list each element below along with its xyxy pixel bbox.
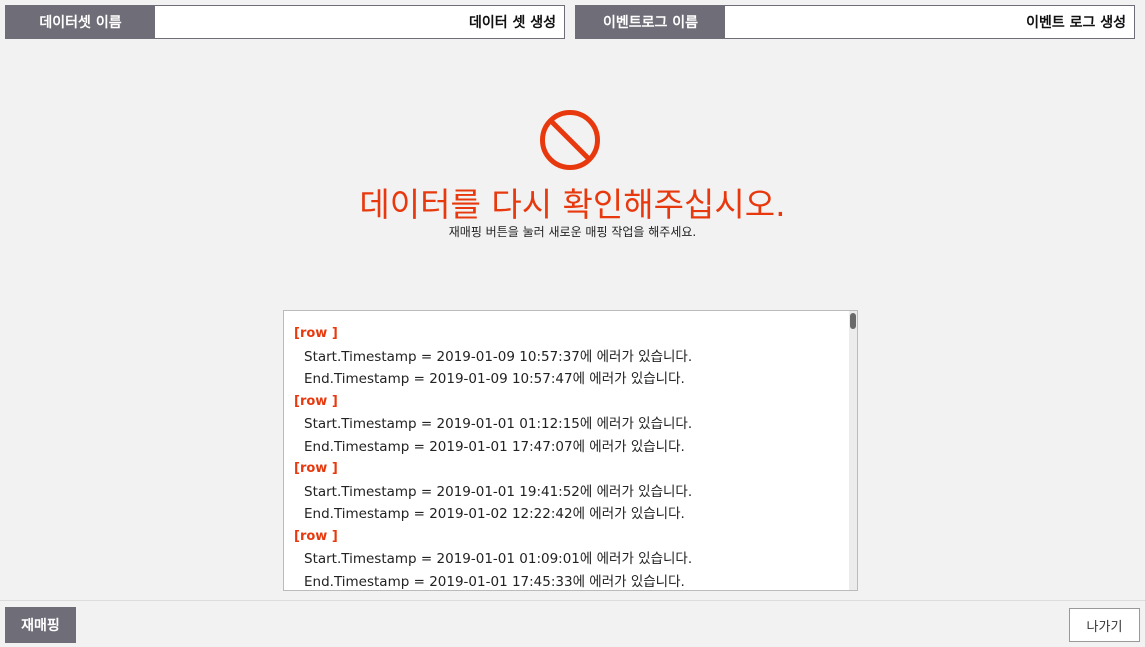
error-row-line: End.Timestamp = 2019-01-09 10:57:47에 에러가… <box>304 371 685 387</box>
error-log-panel[interactable]: [row ] Start.Timestamp = 2019-01-09 10:57… <box>283 310 858 591</box>
dataset-name-label: 데이터셋 이름 <box>6 6 155 38</box>
error-row-tag: [row ] <box>294 393 338 409</box>
dataset-name-field: 데이터셋 이름 데이터 셋 생성 <box>5 5 565 39</box>
error-row-line: End.Timestamp = 2019-01-01 17:45:33에 에러가… <box>304 573 685 590</box>
error-row-tag: [row ] <box>294 326 338 341</box>
ban-icon <box>540 110 600 170</box>
error-row-line: Start.Timestamp = 2019-01-09 10:57:37에 에… <box>304 348 693 365</box>
error-title: 데이터를 다시 확인해주십시오. <box>359 185 786 224</box>
log-scrollbar[interactable] <box>849 311 857 590</box>
dataset-name-value[interactable]: 데이터 셋 생성 <box>155 6 564 38</box>
remap-button[interactable]: 재매핑 <box>5 607 76 643</box>
error-row-line: End.Timestamp = 2019-01-01 17:47:07에 에러가… <box>304 438 685 455</box>
error-row-line: Start.Timestamp = 2019-01-01 01:09:01에 에… <box>304 551 693 567</box>
error-row-line: Start.Timestamp = 2019-01-01 19:41:52에 에… <box>304 483 693 500</box>
eventlog-name-label: 이벤트로그 이름 <box>576 6 725 38</box>
error-row-tag: [row ] <box>294 461 338 476</box>
log-scrollbar-thumb[interactable] <box>850 313 856 329</box>
exit-button[interactable]: 나가기 <box>1069 608 1140 642</box>
eventlog-name-value[interactable]: 이벤트 로그 생성 <box>725 6 1134 38</box>
eventlog-name-field: 이벤트로그 이름 이벤트 로그 생성 <box>575 5 1135 39</box>
error-row-line: End.Timestamp = 2019-01-02 12:22:42에 에러가… <box>304 506 685 522</box>
error-subtitle: 재매핑 버튼을 눌러 새로운 매핑 작업을 해주세요. <box>448 225 697 239</box>
error-row-tag: [row ] <box>294 528 338 544</box>
error-log-list: [row ] Start.Timestamp = 2019-01-09 10:57… <box>284 311 857 590</box>
error-row-line: Start.Timestamp = 2019-01-01 01:12:15에 에… <box>304 416 693 432</box>
footer-divider <box>0 600 1145 601</box>
